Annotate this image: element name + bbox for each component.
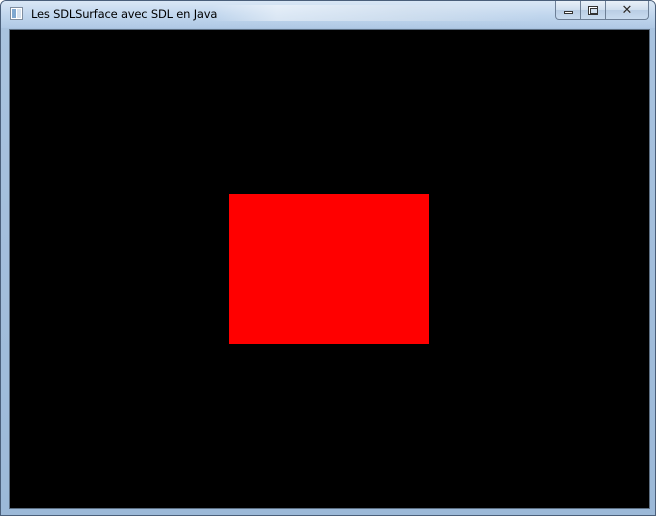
- title-bar[interactable]: Les SDLSurface avec SDL en Java ✕: [1, 1, 655, 28]
- minimize-icon: [564, 11, 573, 14]
- minimize-button[interactable]: [555, 1, 581, 20]
- close-icon: ✕: [621, 2, 633, 18]
- title-bar-background: [211, 5, 541, 21]
- maximize-button[interactable]: [581, 1, 606, 20]
- app-window: Les SDLSurface avec SDL en Java ✕: [0, 0, 656, 516]
- close-button[interactable]: ✕: [606, 1, 649, 20]
- sdl-canvas[interactable]: [9, 29, 650, 509]
- maximize-icon: [588, 6, 598, 15]
- caption-buttons: ✕: [555, 1, 649, 20]
- app-window-icon[interactable]: [10, 7, 23, 20]
- window-title: Les SDLSurface avec SDL en Java: [31, 7, 218, 21]
- red-surface-rectangle: [229, 194, 429, 344]
